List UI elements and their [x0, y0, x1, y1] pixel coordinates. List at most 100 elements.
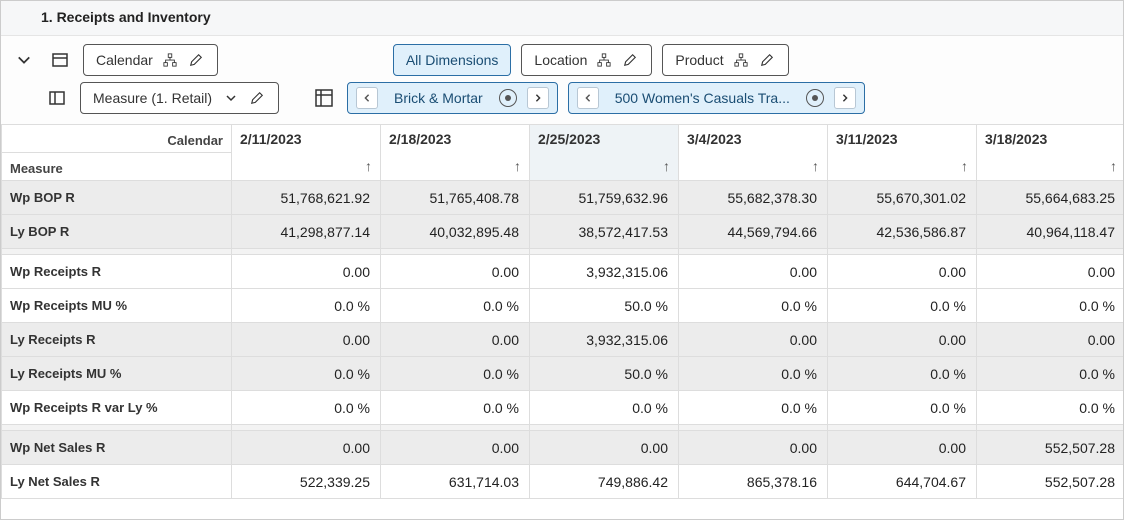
column-layout-button[interactable]	[44, 85, 70, 111]
pencil-icon[interactable]	[758, 51, 776, 69]
location-next-button[interactable]	[527, 87, 549, 109]
column-header[interactable]: 3/11/2023↑	[828, 125, 977, 181]
row-header[interactable]: Wp Net Sales R	[2, 431, 232, 465]
data-cell[interactable]: 0.00	[679, 323, 828, 357]
data-cell[interactable]: 38,572,417.53	[530, 215, 679, 249]
row-header[interactable]: Wp BOP R	[2, 181, 232, 215]
data-cell[interactable]: 0.00	[530, 431, 679, 465]
target-icon[interactable]	[806, 89, 824, 107]
data-cell[interactable]: 0.00	[232, 255, 381, 289]
row-header[interactable]: Ly Receipts R	[2, 323, 232, 357]
product-prev-button[interactable]	[577, 87, 599, 109]
data-cell[interactable]: 42,536,586.87	[828, 215, 977, 249]
sort-asc-icon[interactable]: ↑	[1110, 158, 1117, 174]
data-cell[interactable]: 51,768,621.92	[232, 181, 381, 215]
column-header[interactable]: 2/25/2023↑	[530, 125, 679, 181]
pivot-button[interactable]	[311, 85, 337, 111]
data-cell[interactable]: 55,682,378.30	[679, 181, 828, 215]
data-cell[interactable]: 0.0 %	[232, 391, 381, 425]
data-cell[interactable]: 3,932,315.06	[530, 323, 679, 357]
row-header[interactable]: Ly BOP R	[2, 215, 232, 249]
data-cell[interactable]: 0.0 %	[381, 357, 530, 391]
data-cell[interactable]: 51,765,408.78	[381, 181, 530, 215]
data-cell[interactable]: 0.0 %	[828, 391, 977, 425]
sort-asc-icon[interactable]: ↑	[961, 158, 968, 174]
data-cell[interactable]: 44,569,794.66	[679, 215, 828, 249]
data-cell[interactable]: 55,664,683.25	[977, 181, 1124, 215]
sort-asc-icon[interactable]: ↑	[663, 158, 670, 174]
row-header[interactable]: Wp Receipts MU %	[2, 289, 232, 323]
data-cell[interactable]: 50.0 %	[530, 357, 679, 391]
data-cell[interactable]: 41,298,877.14	[232, 215, 381, 249]
hierarchy-icon[interactable]	[732, 51, 750, 69]
data-grid[interactable]: Calendar2/11/2023↑2/18/2023↑2/25/2023↑3/…	[1, 124, 1123, 499]
column-header[interactable]: 2/18/2023↑	[381, 125, 530, 181]
data-cell[interactable]: 50.0 %	[530, 289, 679, 323]
hierarchy-icon[interactable]	[595, 51, 613, 69]
data-cell[interactable]: 0.0 %	[381, 391, 530, 425]
collapse-toggle[interactable]	[11, 47, 37, 73]
row-header[interactable]: Wp Receipts R	[2, 255, 232, 289]
data-cell[interactable]: 0.0 %	[530, 391, 679, 425]
data-cell[interactable]: 0.0 %	[679, 289, 828, 323]
data-cell[interactable]: 55,670,301.02	[828, 181, 977, 215]
data-cell[interactable]: 0.00	[381, 431, 530, 465]
data-cell[interactable]: 552,507.28	[977, 431, 1124, 465]
location-prev-button[interactable]	[356, 87, 378, 109]
pencil-icon[interactable]	[621, 51, 639, 69]
sort-asc-icon[interactable]: ↑	[365, 158, 372, 174]
column-header[interactable]: 3/18/2023↑	[977, 125, 1124, 181]
data-cell[interactable]: 552,507.28	[977, 465, 1124, 499]
data-cell[interactable]: 0.00	[381, 323, 530, 357]
data-cell[interactable]: 0.00	[828, 431, 977, 465]
data-cell[interactable]: 0.0 %	[679, 391, 828, 425]
data-cell[interactable]: 0.00	[381, 255, 530, 289]
hierarchy-icon[interactable]	[161, 51, 179, 69]
data-cell[interactable]: 0.00	[232, 323, 381, 357]
data-cell[interactable]: 865,378.16	[679, 465, 828, 499]
data-cell[interactable]: 0.00	[977, 255, 1124, 289]
data-cell[interactable]: 644,704.67	[828, 465, 977, 499]
product-next-button[interactable]	[834, 87, 856, 109]
row-layout-button[interactable]	[47, 47, 73, 73]
data-cell[interactable]: 0.0 %	[977, 289, 1124, 323]
target-icon[interactable]	[499, 89, 517, 107]
data-cell[interactable]: 0.00	[679, 431, 828, 465]
data-cell[interactable]: 0.0 %	[828, 357, 977, 391]
data-cell[interactable]: 0.0 %	[232, 289, 381, 323]
column-header[interactable]: 3/4/2023↑	[679, 125, 828, 181]
data-cell[interactable]: 0.00	[977, 323, 1124, 357]
caret-down-icon	[222, 89, 240, 107]
data-cell[interactable]: 631,714.03	[381, 465, 530, 499]
data-cell[interactable]: 40,964,118.47	[977, 215, 1124, 249]
product-dimension-pill[interactable]: Product	[662, 44, 788, 76]
corner-measure-label: Measure	[2, 153, 232, 181]
data-cell[interactable]: 0.00	[828, 255, 977, 289]
data-cell[interactable]: 0.0 %	[977, 391, 1124, 425]
data-cell[interactable]: 522,339.25	[232, 465, 381, 499]
row-header[interactable]: Wp Receipts R var Ly %	[2, 391, 232, 425]
data-cell[interactable]: 51,759,632.96	[530, 181, 679, 215]
location-dimension-pill[interactable]: Location	[521, 44, 652, 76]
data-cell[interactable]: 3,932,315.06	[530, 255, 679, 289]
pencil-icon[interactable]	[187, 51, 205, 69]
all-dimensions-pill[interactable]: All Dimensions	[393, 44, 512, 76]
calendar-dimension-pill[interactable]: Calendar	[83, 44, 218, 76]
data-cell[interactable]: 0.0 %	[977, 357, 1124, 391]
data-cell[interactable]: 40,032,895.48	[381, 215, 530, 249]
row-header[interactable]: Ly Net Sales R	[2, 465, 232, 499]
pencil-icon[interactable]	[248, 89, 266, 107]
data-cell[interactable]: 0.00	[232, 431, 381, 465]
data-cell[interactable]: 0.0 %	[828, 289, 977, 323]
data-cell[interactable]: 0.0 %	[679, 357, 828, 391]
data-cell[interactable]: 0.00	[679, 255, 828, 289]
column-header[interactable]: 2/11/2023↑	[232, 125, 381, 181]
measure-dropdown[interactable]: Measure (1. Retail)	[80, 82, 279, 114]
data-cell[interactable]: 0.0 %	[381, 289, 530, 323]
sort-asc-icon[interactable]: ↑	[812, 158, 819, 174]
data-cell[interactable]: 0.00	[828, 323, 977, 357]
row-header[interactable]: Ly Receipts MU %	[2, 357, 232, 391]
sort-asc-icon[interactable]: ↑	[514, 158, 521, 174]
data-cell[interactable]: 0.0 %	[232, 357, 381, 391]
data-cell[interactable]: 749,886.42	[530, 465, 679, 499]
